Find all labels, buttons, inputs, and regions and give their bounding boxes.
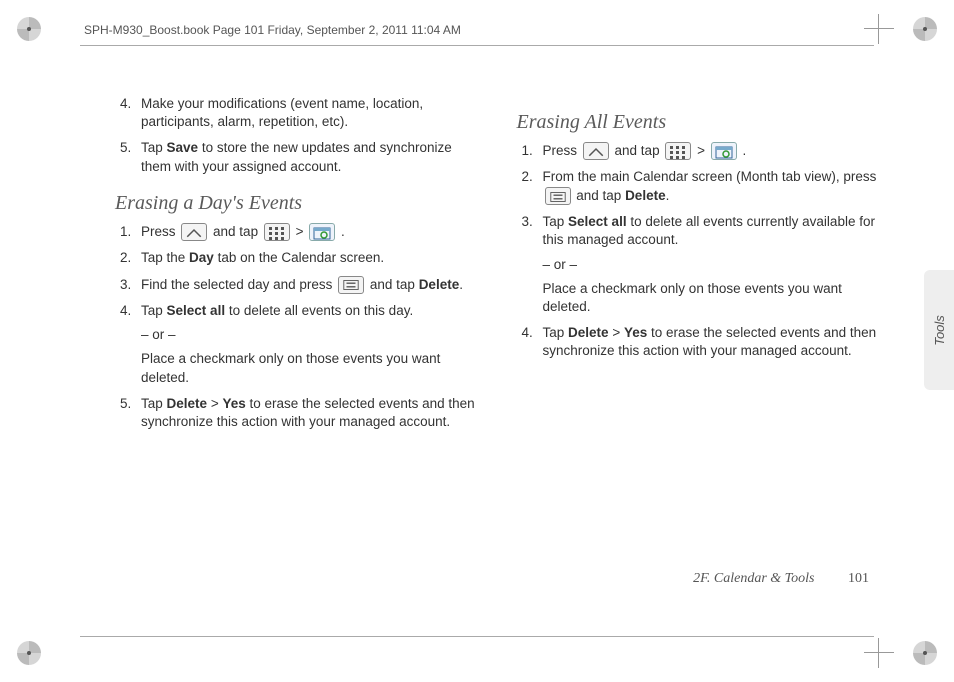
list-item: Find the selected day and press and tap … — [135, 276, 483, 294]
list-item: Tap Delete > Yes to erase the selected e… — [537, 324, 885, 360]
section-tab: Tools — [924, 270, 954, 390]
calendar-icon — [309, 223, 335, 241]
body-text: Tap — [141, 140, 167, 155]
list-item: From the main Calendar screen (Month tab… — [537, 168, 885, 205]
body-text: Tap — [543, 214, 569, 229]
list-item: Tap Select all to delete all events curr… — [537, 213, 885, 316]
ui-label: Yes — [222, 396, 245, 411]
body-text: Press — [543, 143, 581, 158]
ui-label: Yes — [624, 325, 647, 340]
registration-mark-icon — [864, 14, 894, 44]
body-text: tab on the Calendar screen. — [214, 250, 384, 265]
or-divider: – or – — [543, 256, 885, 274]
body-text: > — [609, 325, 624, 340]
crop-rule — [80, 45, 874, 46]
list-item: Tap Delete > Yes to erase the selected e… — [135, 395, 483, 431]
home-key-icon — [583, 142, 609, 160]
pinwheel-icon — [14, 14, 44, 44]
body-text: Press — [141, 224, 179, 239]
page-number: 101 — [848, 571, 869, 586]
pinwheel-icon — [910, 638, 940, 668]
body-text: Tap — [141, 396, 167, 411]
pinwheel-icon — [14, 638, 44, 668]
section-tab-label: Tools — [932, 315, 947, 346]
body-text: Place a checkmark only on those events y… — [543, 280, 885, 316]
registration-mark-icon — [864, 638, 894, 668]
body-text: Place a checkmark only on those events y… — [141, 350, 483, 386]
body-text: and tap — [213, 224, 262, 239]
body-text: . — [459, 277, 463, 292]
body-text: > — [697, 143, 709, 158]
list-item: Tap Save to store the new updates and sy… — [135, 139, 483, 175]
menu-key-icon — [338, 276, 364, 294]
list-item: Tap the Day tab on the Calendar screen. — [135, 249, 483, 267]
pinwheel-icon — [910, 14, 940, 44]
ui-label: Day — [189, 250, 214, 265]
body-text: to delete all events on this day. — [225, 303, 413, 318]
body-text: From the main Calendar screen (Month tab… — [543, 169, 877, 184]
home-key-icon — [181, 223, 207, 241]
ui-label: Delete — [419, 277, 460, 292]
ui-label: Delete — [167, 396, 208, 411]
apps-grid-icon — [665, 142, 691, 160]
list-item: Make your modifications (event name, loc… — [135, 95, 483, 131]
body-text: Find the selected day and press — [141, 277, 336, 292]
menu-key-icon — [545, 187, 571, 205]
list-item: Tap Select all to delete all events on t… — [135, 302, 483, 387]
or-divider: – or – — [141, 326, 483, 344]
body-text: Tap — [543, 325, 569, 340]
heading-erase-all: Erasing All Events — [517, 109, 885, 136]
ui-label: Delete — [625, 188, 666, 203]
ui-label: Select all — [167, 303, 226, 318]
ui-label: Save — [167, 140, 199, 155]
column-right: Erasing All Events Press and tap > . Fro… — [517, 95, 885, 602]
body-text: and tap — [370, 277, 419, 292]
body-text: Make your modifications (event name, loc… — [141, 96, 423, 129]
body-text: and tap — [615, 143, 664, 158]
ui-label: Delete — [568, 325, 609, 340]
calendar-icon — [711, 142, 737, 160]
column-left: Make your modifications (event name, loc… — [115, 95, 483, 602]
ui-label: Select all — [568, 214, 627, 229]
body-text: . — [666, 188, 670, 203]
heading-erase-day: Erasing a Day's Events — [115, 190, 483, 217]
footer-section: 2F. Calendar & Tools — [693, 571, 814, 586]
body-text: Tap the — [141, 250, 189, 265]
body-text: > — [207, 396, 222, 411]
running-header: SPH-M930_Boost.book Page 101 Friday, Sep… — [80, 23, 465, 37]
list-item: Press and tap > . — [135, 223, 483, 241]
body-text: . — [743, 143, 747, 158]
body-text: Tap — [141, 303, 167, 318]
body-text: > — [296, 224, 308, 239]
apps-grid-icon — [264, 223, 290, 241]
list-item: Press and tap > . — [537, 142, 885, 160]
body-text: . — [341, 224, 345, 239]
page-footer: 2F. Calendar & Tools 101 — [693, 571, 869, 587]
crop-rule — [80, 636, 874, 637]
body-text: and tap — [576, 188, 625, 203]
